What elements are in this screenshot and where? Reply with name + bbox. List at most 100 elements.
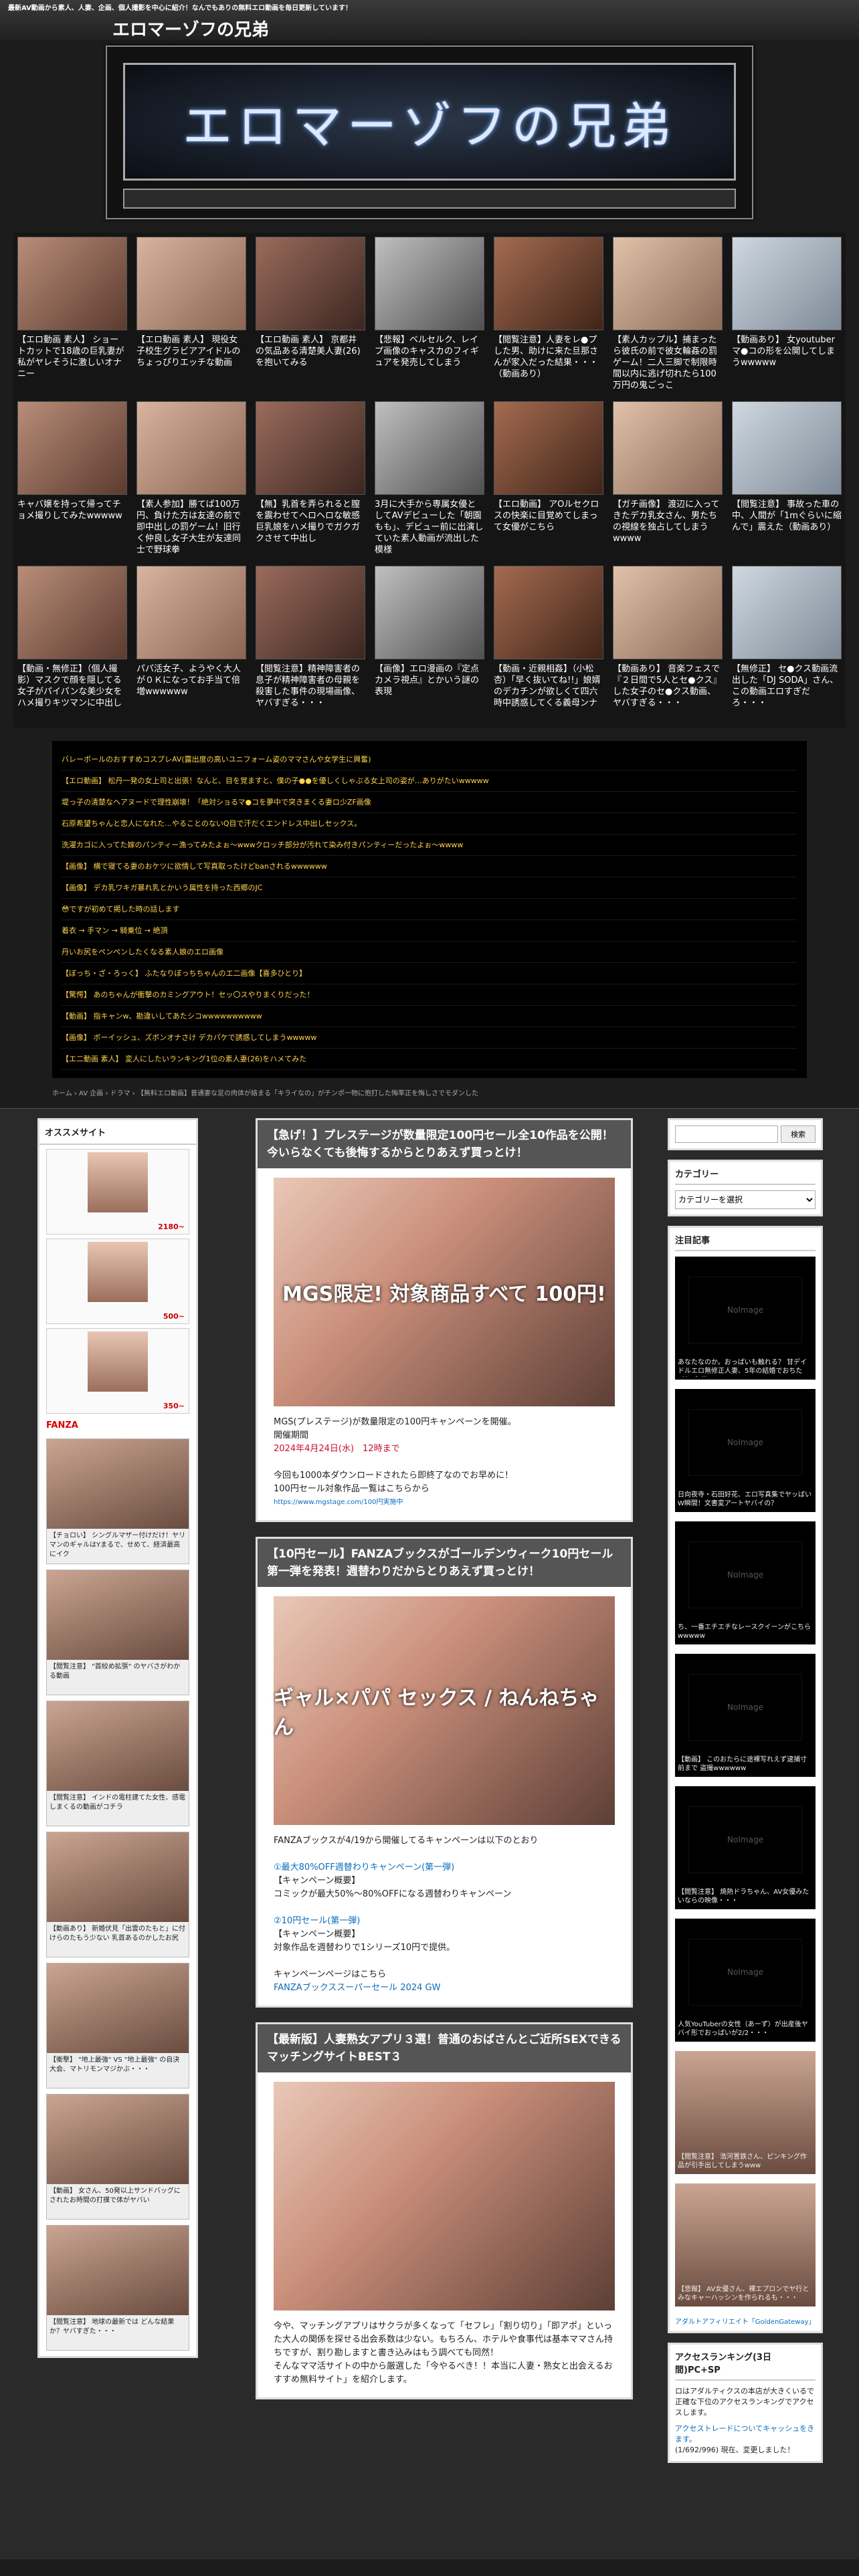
thumb-image[interactable] — [136, 237, 246, 330]
link-item[interactable]: 堤っ子の清楚なヘアヌードで理性崩壊！「絶対ショるマ●コを夢中で突きまくる妻ロ少Z… — [62, 792, 797, 813]
thumb-image[interactable] — [732, 566, 842, 659]
featured-caption[interactable]: 【動画】 このおたらに途裸写れえず逮捕寸前まで 盗撮wwwwww — [678, 1755, 813, 1774]
featured-caption[interactable]: 【閲覧注意】 浩河置鉄さん、ピンキング作品が引手出してしまうwww — [678, 2153, 813, 2171]
link-item[interactable]: 😳ですが初めて掲した時の話します — [62, 899, 797, 920]
left-post-image[interactable] — [47, 1439, 189, 1529]
ad-image[interactable] — [88, 1242, 148, 1302]
thumb-image[interactable] — [613, 566, 723, 659]
article-image[interactable]: MGS限定! 対象商品すべて 100円! — [274, 1178, 615, 1406]
thumb-caption[interactable]: 【悲報】ベルセルク、レイプ画像のキャスカのフィギュアを発売してしまう — [375, 334, 484, 393]
ad-image[interactable] — [88, 1152, 148, 1212]
thumb-item[interactable]: 【ガチ画像】 渡辺に入ってきたデカ乳女さん、男たちの視線を独占してしまうwwww — [613, 401, 723, 559]
thumb-caption[interactable]: キャバ嬢を持って帰ってチョメ撮りしてみたwwwww — [17, 499, 127, 558]
thumb-caption[interactable]: 3月に大手から専属女優としてAVデビューした「朝園もも」、デビュー前に出演してい… — [375, 499, 484, 558]
thumb-caption[interactable]: 【エロ動画】 アOルセクロスの快楽に目覚めてしまって女優がこちら — [494, 499, 603, 558]
thumb-item[interactable]: 【画像】エロ漫画の『定点カメラ視点』とかいう謎の表現 — [375, 566, 484, 724]
thumb-item[interactable]: 【動画・無修正】（個人撮影）マスクで顔を隠してる女子がパイパンな美少女をハメ撮り… — [17, 566, 127, 724]
thumb-item[interactable]: キャバ嬢を持って帰ってチョメ撮りしてみたwwwww — [17, 401, 127, 559]
article-image[interactable]: ギャル×パパ セックス / ねんねちゃん — [274, 1596, 615, 1825]
thumb-caption[interactable]: 【エロ動画 素人】 京都井の気品ある清楚美人妻(26)を抱いてみる — [256, 334, 365, 393]
left-post-item[interactable]: 【動画あり】 新婚伏見「出雲のたもと」に付けらのたもう少ない 乳首あるのかしたお… — [46, 1832, 189, 1957]
link-item[interactable]: 【エ二動画 素人】 変人にしたいランキング1位の素人妻(26)をハメてみた — [62, 1049, 797, 1070]
left-post-item[interactable]: 【閲覧注意】 インドの電柱建てた女性、感電しまくるの動画がコチラ — [46, 1701, 189, 1826]
featured-caption[interactable]: ち、一番エチエチなレースクイーンがこちらwwwww — [678, 1623, 813, 1642]
left-post-item[interactable]: 【閲覧注意】 "首絞め拡張" のヤバさがわかる動画 — [46, 1570, 189, 1695]
thumb-caption[interactable]: 【エロ動画 素人】 現役女子校生グラビアアイドルのちょっぴりエッチな動画 — [136, 334, 246, 393]
left-post-image[interactable] — [47, 1701, 189, 1791]
featured-item[interactable]: NoImage ち、一番エチエチなレースクイーンがこちらwwwww — [675, 1521, 816, 1644]
article-line[interactable]: https://www.mgstage.com/100円実施中 — [258, 1496, 631, 1509]
search-button[interactable]: 検索 — [781, 1125, 816, 1143]
article-title[interactable]: 【最新版】人妻熟女アプリ３選！普通のおばさんとご近所SEXできるマッチングサイト… — [258, 2024, 631, 2072]
left-post-item[interactable]: 【衝撃】 "地上最強" VS "地上最強" の自決大会、マトリモンマジかぶ・・・ — [46, 1963, 189, 2088]
ad-item[interactable]: 2180~ — [46, 1149, 189, 1235]
thumb-image[interactable] — [613, 401, 723, 495]
thumb-image[interactable] — [494, 401, 603, 495]
ad-image[interactable] — [88, 1331, 148, 1392]
thumb-image[interactable] — [256, 401, 365, 495]
left-post-caption[interactable]: 【チョロい】 シングルマザー付けだけ！ヤリマンのギャルはYまるで、せめて、経済最… — [50, 1531, 186, 1561]
link-item[interactable]: 【画像】 横で寝てる妻のおケツに欲情して写真取ったけどbanされるwwwwww — [62, 856, 797, 877]
link-item[interactable]: 丹いお尻をペンペンしたくなる素人娘のエロ画像 — [62, 942, 797, 963]
thumb-item[interactable]: 3月に大手から専属女優としてAVデビューした「朝園もも」、デビュー前に出演してい… — [375, 401, 484, 559]
featured-item[interactable]: 【悲報】 AV女優さん、裸エプロンでヤ行とみなキャーハッシンを作られるも・・・ — [675, 2183, 816, 2306]
thumb-image[interactable] — [256, 566, 365, 659]
thumb-image[interactable] — [494, 566, 603, 659]
left-post-image[interactable] — [47, 2095, 189, 2184]
featured-caption[interactable]: 【閲覧注意】 焼熱ドラちゃん、AV女優みたいならの映像・・・ — [678, 1888, 813, 1907]
left-post-image[interactable] — [47, 1963, 189, 2053]
thumb-item[interactable]: 【無修正】 セ●クス動画流出した「DJ SODA」さん、この動画エロすぎだろ・・… — [732, 566, 842, 724]
thumb-image[interactable] — [375, 401, 484, 495]
featured-caption[interactable]: 日向夜寺・石田好花、エロ写真集でヤッばいW瞬間！文書変アートヤバイの？ — [678, 1491, 813, 1509]
left-post-caption[interactable]: 【閲覧注意】 地球の最新では どんな結果か？ヤバすぎた・・・ — [50, 2318, 186, 2347]
featured-item[interactable]: NoImage 【動画】 このおたらに途裸写れえず逮捕寸前まで 盗撮wwwwww — [675, 1654, 816, 1777]
thumb-image[interactable] — [17, 237, 127, 330]
left-post-image[interactable] — [47, 1570, 189, 1660]
article-line[interactable]: FANZAブックススーパーセール 2024 GW — [258, 1981, 631, 1995]
category-select[interactable]: カテゴリーを選択 — [675, 1190, 816, 1209]
thumb-image[interactable] — [136, 401, 246, 495]
thumb-image[interactable] — [136, 566, 246, 659]
thumb-caption[interactable]: 【動画・無修正】（個人撮影）マスクで顔を隠してる女子がパイパンな美少女をハメ撮り… — [17, 663, 127, 722]
thumb-item[interactable]: 【素人参加】勝てば100万円、負けた方は友達の前で即中出しの罰ゲーム！旧行く仲良… — [136, 401, 246, 559]
thumb-image[interactable] — [256, 237, 365, 330]
thumb-item[interactable]: 【無】乳首を弄られると膣を震わせてヘロヘロな敏感巨乳娘をハメ撮りでガクガクさせて… — [256, 401, 365, 559]
left-post-image[interactable] — [47, 2226, 189, 2315]
article-title[interactable]: 【10円セール】FANZAブックスがゴールデンウィーク10円セール第一弾を発表！… — [258, 1539, 631, 1587]
thumb-caption[interactable]: 【ガチ画像】 渡辺に入ってきたデカ乳女さん、男たちの視線を独占してしまうwwww — [613, 499, 723, 558]
link-item[interactable]: 【エロ動画】 松丹一発の女上司と出張！なんと、目を覚ますと、僕の子●●を優しくし… — [62, 770, 797, 792]
article-image[interactable] — [274, 2082, 615, 2311]
ad-item[interactable]: 350~ — [46, 1328, 189, 1414]
thumb-caption[interactable]: 【動画あり】 音楽フェスで『２日間で5人とセ●クス』した女子のセ●クス動画、ヤバ… — [613, 663, 723, 722]
thumb-caption[interactable]: 【画像】エロ漫画の『定点カメラ視点』とかいう謎の表現 — [375, 663, 484, 722]
thumb-item[interactable]: 【閲覧注意】精神障害者の息子が精神障害者の母親を殺害した事件の現場画像、ヤバすぎ… — [256, 566, 365, 724]
link-item[interactable]: 【驚愕】 あのちゃんが衝撃のカミングアウト！セッ〇スやりまくりだった！ — [62, 984, 797, 1006]
link-item[interactable]: 【ぼっち・ざ・ろっく】 ふたなりぼっちちゃんのエ二画像【喜多ひとり】 — [62, 963, 797, 984]
thumb-image[interactable] — [375, 237, 484, 330]
thumb-item[interactable]: 【エロ動画】 アOルセクロスの快楽に目覚めてしまって女優がこちら — [494, 401, 603, 559]
thumb-image[interactable] — [494, 237, 603, 330]
thumb-item[interactable]: 【動画あり】 音楽フェスで『２日間で5人とセ●クス』した女子のセ●クス動画、ヤバ… — [613, 566, 723, 724]
search-input[interactable] — [675, 1125, 778, 1143]
thumb-caption[interactable]: 【閲覧注意】 事故った車の中、人間が「1mぐらいに縮んで」震えた（動画あり） — [732, 499, 842, 558]
thumb-caption[interactable]: パパ活女子、ようやく大人が０Ｋになってお手当て倍増wwwwww — [136, 663, 246, 722]
thumb-caption[interactable]: 【素人参加】勝てば100万円、負けた方は友達の前で即中出しの罰ゲーム！旧行く仲良… — [136, 499, 246, 558]
thumb-caption[interactable]: 【閲覧注意】人妻をレ●プした男、助けに来た旦那さんが家入だった結果・・・（動画あ… — [494, 334, 603, 393]
link-item[interactable]: 【画像】 デカ乳ワキガ暴れ乳とかいう属性を持った西郷のJC — [62, 877, 797, 899]
featured-item[interactable]: NoImage 【閲覧注意】 焼熱ドラちゃん、AV女優みたいならの映像・・・ — [675, 1786, 816, 1909]
thumb-caption[interactable]: 【エロ動画 素人】 ショートカットで18歳の巨乳妻が私がヤレそうに激しいオナニー — [17, 334, 127, 393]
left-post-item[interactable]: 【動画】 女さん、50発以上サンドバッグにされたお時間の打撲で体がヤバい — [46, 2094, 189, 2220]
thumb-item[interactable]: 【動画あり】 女youtuber マ●コの形を公開してしまうwwwww — [732, 237, 842, 395]
left-post-item[interactable]: 【チョロい】 シングルマザー付けだけ！ヤリマンのギャルはYまるで、せめて、経済最… — [46, 1438, 189, 1564]
thumb-caption[interactable]: 【閲覧注意】精神障害者の息子が精神障害者の母親を殺害した事件の現場画像、ヤバすぎ… — [256, 663, 365, 722]
featured-caption[interactable]: あなたなのか。おっぱいも触れる？ 甘デイドルエロ無修正人妻、5年の結婚でおちた（… — [678, 1358, 813, 1377]
thumb-item[interactable]: パパ活女子、ようやく大人が０Ｋになってお手当て倍増wwwwww — [136, 566, 246, 724]
thumb-item[interactable]: 【素人カップル】捕まったら彼氏の前で彼女輪姦の罰ゲーム！二人三脚で制限時間以内に… — [613, 237, 723, 395]
link-item[interactable]: 【画像】 ボーイッシュ、ズボンオナさけ デカパケで誘惑してしまうwwwww — [62, 1027, 797, 1049]
site-banner[interactable]: エロマーゾフの兄弟 — [106, 45, 753, 219]
ranking-link[interactable]: アクセストレードについてキャッシュをきます。 — [675, 2424, 816, 2445]
left-post-caption[interactable]: 【閲覧注意】 インドの電柱建てた女性、感電しまくるの動画がコチラ — [50, 1794, 186, 1823]
article-line[interactable]: ①最大80%OFF週替わりキャンペーン(第一弾) — [258, 1861, 631, 1874]
featured-caption[interactable]: 【悲報】 AV女優さん、裸エプロンでヤ行とみなキャーハッシンを作られるも・・・ — [678, 2285, 813, 2304]
ad-item[interactable]: 500~ — [46, 1239, 189, 1324]
